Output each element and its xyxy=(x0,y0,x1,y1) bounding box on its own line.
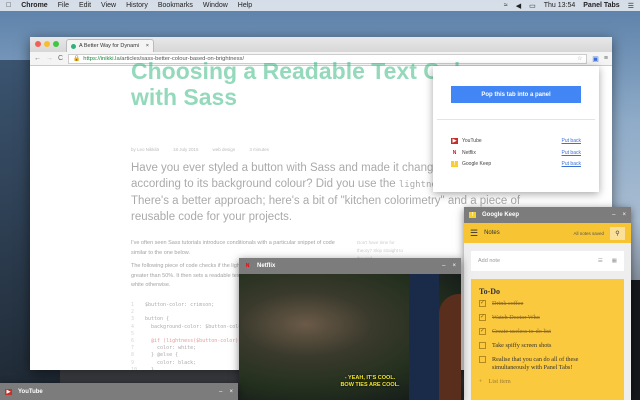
author[interactable]: by Leo Nikkilä xyxy=(131,147,159,152)
close-icon[interactable]: × xyxy=(229,389,233,395)
close-icon[interactable]: × xyxy=(622,212,626,218)
menu-app[interactable]: Chrome xyxy=(21,2,47,9)
panel-title: Netflix xyxy=(257,263,276,269)
forward-icon[interactable]: → xyxy=(46,55,53,62)
menu-edit[interactable]: Edit xyxy=(79,2,91,9)
list-item: Realise that you can do all of these sim… xyxy=(479,356,616,372)
search-icon[interactable]: ⚲ xyxy=(610,226,625,240)
panel-name: Netflix xyxy=(462,150,476,156)
category[interactable]: web design xyxy=(213,147,236,152)
panel-tabs-popup: Pop this tab into a panel ▶ YouTube Put … xyxy=(433,66,599,192)
panel-header[interactable]: ! Google Keep – × xyxy=(464,207,631,223)
list-icon[interactable]: ☰ xyxy=(598,258,603,264)
minimize-icon[interactable]: – xyxy=(612,212,615,218)
checkbox-checked[interactable]: ✓ xyxy=(479,300,486,307)
tab-title: A Better Way for Dynami xyxy=(79,43,140,49)
checkbox[interactable] xyxy=(479,342,486,349)
menu-bookmarks[interactable]: Bookmarks xyxy=(158,2,193,9)
netflix-icon: N xyxy=(452,150,457,156)
favicon-icon xyxy=(71,43,76,49)
checkbox-checked[interactable]: ✓ xyxy=(479,328,486,335)
note-title: To-Do xyxy=(479,287,501,296)
clock[interactable]: Thu 13:54 xyxy=(544,2,576,10)
minimize-icon[interactable]: – xyxy=(219,389,222,395)
keep-toolbar: ☰ Notes All notes saved ⚲ xyxy=(464,223,631,243)
menu-window[interactable]: Window xyxy=(203,2,228,9)
keep-panel: ! Google Keep – × ☰ Notes All notes saved… xyxy=(464,207,631,400)
list-item: ✓ Watch Doctor Who xyxy=(479,314,540,321)
divider xyxy=(437,119,595,120)
image-icon[interactable]: ▦ xyxy=(612,258,617,264)
menu-file[interactable]: File xyxy=(58,2,69,9)
chrome-menu-icon[interactable]: ≡ xyxy=(604,55,608,62)
minimize-window-button[interactable] xyxy=(44,41,50,47)
put-back-link[interactable]: Put back xyxy=(562,161,581,167)
menu-bar:  Chrome File Edit View History Bookmark… xyxy=(0,0,640,11)
close-tab-icon[interactable]: × xyxy=(146,43,149,49)
plus-icon: + xyxy=(479,378,483,385)
video-scene xyxy=(439,294,461,400)
tab-strip: A Better Way for Dynami × xyxy=(30,37,612,52)
hamburger-menu-icon[interactable]: ☰ xyxy=(470,228,478,239)
checkbox-checked[interactable]: ✓ xyxy=(479,314,486,321)
keep-icon: ! xyxy=(451,161,458,167)
add-note-placeholder: Add note xyxy=(478,258,501,264)
youtube-icon: ▶ xyxy=(5,388,12,395)
panel-row-youtube: ▶ YouTube Put back xyxy=(451,138,581,144)
volume-icon[interactable]: ◀ xyxy=(516,2,521,10)
apple-icon[interactable]:  xyxy=(6,2,11,9)
panel-header[interactable]: ▶ YouTube – × xyxy=(0,383,238,400)
zoom-window-button[interactable] xyxy=(53,41,59,47)
add-note-input[interactable]: Add note ☰ ▦ xyxy=(471,251,624,271)
back-icon[interactable]: ← xyxy=(34,55,41,62)
article-meta: by Leo Nikkilä 18 July 2015 web design 3… xyxy=(131,147,269,152)
panel-title: Google Keep xyxy=(482,212,520,218)
date: 18 July 2015 xyxy=(173,147,199,152)
close-icon[interactable]: × xyxy=(452,263,456,269)
minimize-icon[interactable]: – xyxy=(442,263,445,269)
youtube-panel: ▶ YouTube – × xyxy=(0,383,238,400)
panel-header[interactable]: N Netflix – × xyxy=(239,258,461,274)
menu-history[interactable]: History xyxy=(126,2,148,9)
panel-row-netflix: N Netflix Put back xyxy=(451,150,581,156)
read-time: 3 minutes xyxy=(249,147,269,152)
bookmark-star-icon[interactable]: ☆ xyxy=(577,56,582,62)
wifi-icon[interactable]: ≈ xyxy=(504,2,508,10)
youtube-icon: ▶ xyxy=(451,138,458,144)
section-title: Notes xyxy=(484,230,500,236)
url-host: https://inikki.la xyxy=(83,55,120,62)
netflix-panel: N Netflix – × - YEAH, IT'S COOL. BOW TIES … xyxy=(239,258,461,400)
list-item: Take spiffy screen shots xyxy=(479,342,616,350)
menu-view[interactable]: View xyxy=(101,2,116,9)
notification-list-icon[interactable]: ☰ xyxy=(628,2,634,10)
keep-icon: ! xyxy=(469,212,476,218)
battery-icon[interactable]: ▭ xyxy=(529,2,536,10)
menu-help[interactable]: Help xyxy=(238,2,252,9)
panel-name: Google Keep xyxy=(462,161,492,167)
browser-tab[interactable]: A Better Way for Dynami × xyxy=(66,39,154,52)
list-item: ✓ Create useless to-do list xyxy=(479,328,551,335)
put-back-link[interactable]: Put back xyxy=(562,138,581,144)
add-list-item[interactable]: + List item xyxy=(479,378,616,386)
list-item: ✓ Drink coffee xyxy=(479,300,524,307)
subtitles: - YEAH, IT'S COOL. BOW TIES ARE COOL. xyxy=(340,375,400,388)
put-back-link[interactable]: Put back xyxy=(562,150,581,156)
panel-name: YouTube xyxy=(462,138,482,144)
paragraph: I've often seen Sass tutorials introduce… xyxy=(131,240,335,256)
panel-row-keep: ! Google Keep Put back xyxy=(451,161,581,167)
panel-tabs-menu[interactable]: Panel Tabs xyxy=(583,2,619,10)
netflix-icon: N xyxy=(245,263,250,269)
pop-into-panel-button[interactable]: Pop this tab into a panel xyxy=(451,86,581,103)
save-status: All notes saved xyxy=(573,230,604,236)
todo-note[interactable]: To-Do ✓ Drink coffee ✓ Watch Doctor Who ✓ C… xyxy=(471,279,624,400)
lock-icon: 🔒 xyxy=(73,55,81,62)
close-window-button[interactable] xyxy=(35,41,41,47)
panel-tabs-extension-icon[interactable]: ▣ xyxy=(592,55,599,63)
checkbox[interactable] xyxy=(479,356,486,363)
panel-title: YouTube xyxy=(18,388,43,395)
video-player[interactable]: - YEAH, IT'S COOL. BOW TIES ARE COOL. xyxy=(239,274,461,400)
reload-icon[interactable]: C xyxy=(58,55,63,62)
